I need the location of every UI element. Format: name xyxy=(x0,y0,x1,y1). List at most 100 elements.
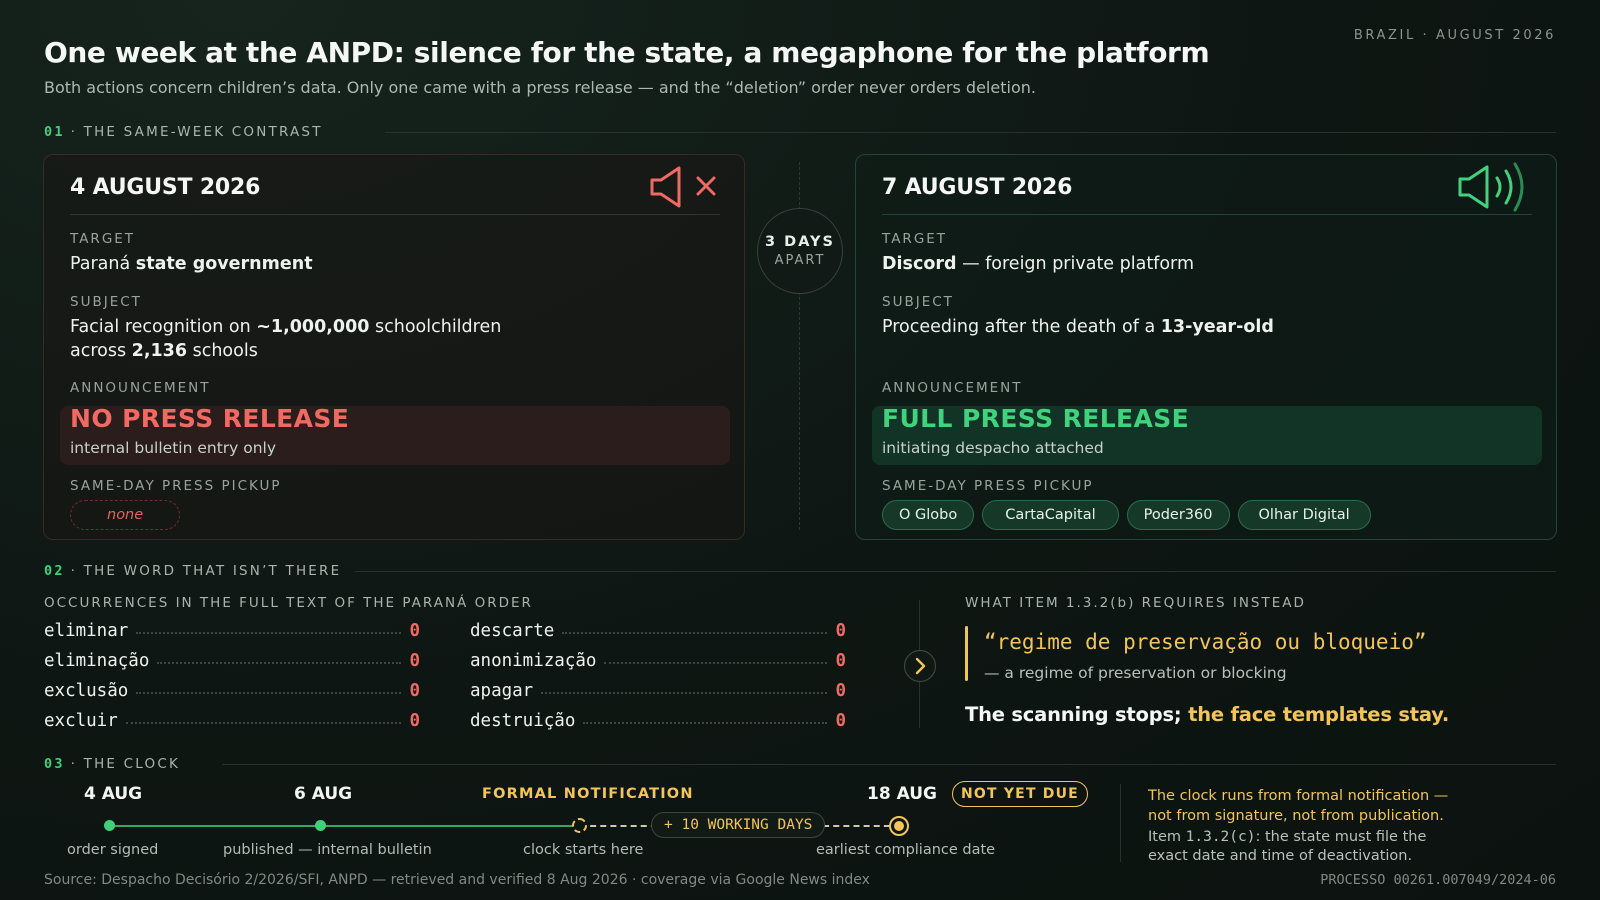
card-date: 4 AUGUST 2026 xyxy=(70,175,261,200)
section-number: 02 xyxy=(44,563,65,579)
subject-text: Proceeding after the death of a xyxy=(882,317,1161,337)
required-regime-quote: “regime de preservação ou bloqueio” xyxy=(984,630,1427,654)
target-emphasis: Discord xyxy=(882,254,957,274)
subject-label: SUBJECT xyxy=(882,294,954,310)
occurrence-row: excluir 0 xyxy=(44,706,420,736)
subject-value: Facial recognition on ~1,000,000 schoolc… xyxy=(70,315,501,363)
announcement-box: NO PRESS RELEASE internal bulletin entry… xyxy=(60,404,730,465)
section-number: 03 xyxy=(44,756,65,772)
quote-translation: — a regime of preservation or blocking xyxy=(984,664,1287,682)
clock-note-code: 1.3.2(c) xyxy=(1185,829,1256,845)
subject-text: schoolchildren xyxy=(369,317,502,337)
days-apart-badge: 3 DAYS APART xyxy=(757,208,843,294)
working-days-badge: + 10 WORKING DAYS xyxy=(651,812,826,838)
days-apart-label: APART xyxy=(774,253,826,268)
occurrence-row: eliminar 0 xyxy=(44,616,420,646)
search-word: excluir xyxy=(44,711,118,731)
announcement-status: NO PRESS RELEASE xyxy=(70,404,350,433)
clock-note-line: exact date and time of deactivation. xyxy=(1148,848,1413,864)
conclusion: The scanning stops; the face templates s… xyxy=(965,703,1449,726)
pickup-label: SAME-DAY PRESS PICKUP xyxy=(882,478,1094,494)
search-word: eliminação xyxy=(44,651,150,671)
compliance-dot-core xyxy=(894,821,904,831)
timeline-point-notification xyxy=(572,818,587,833)
target-value: Paraná state government xyxy=(70,252,313,276)
occurrence-count: 0 xyxy=(409,621,420,641)
leader-dots xyxy=(125,722,402,724)
card-date: 7 AUGUST 2026 xyxy=(882,175,1073,200)
timeline-caption-signed: order signed xyxy=(67,842,159,858)
outlet-pill: CartaCapital xyxy=(982,500,1119,530)
outlet-pill: Olhar Digital xyxy=(1237,500,1371,530)
target-part: — foreign private platform xyxy=(956,254,1194,274)
subject-emphasis: 2,136 xyxy=(131,341,188,361)
card-discord: 7 AUGUST 2026 TARGET Discord — foreign p… xyxy=(855,154,1557,540)
quote-bar xyxy=(965,626,968,681)
leader-dots xyxy=(604,662,828,664)
subject-label: SUBJECT xyxy=(70,294,142,310)
timeline-point-signed xyxy=(104,820,115,831)
timeline-point-compliance xyxy=(889,816,909,836)
announcement-note: initiating despacho attached xyxy=(882,439,1104,457)
timeline-caption-published: published — internal bulletin xyxy=(223,842,432,858)
outlet-pill: Poder360 xyxy=(1126,500,1230,530)
timeline-solid-track xyxy=(110,825,580,827)
conclusion-emphasis: the face templates stay. xyxy=(1188,703,1450,726)
section-01-heading: 01 · THE SAME-WEEK CONTRAST xyxy=(44,124,323,140)
occurrence-row: destruição 0 xyxy=(470,706,846,736)
search-word: descarte xyxy=(470,621,555,641)
section-number: 01 xyxy=(44,124,65,140)
subject-emphasis: ~1,000,000 xyxy=(256,317,370,337)
timeline-caption-compliance: earliest compliance date xyxy=(816,842,996,858)
search-word: destruição xyxy=(470,711,576,731)
not-yet-due-badge: NOT YET DUE xyxy=(952,781,1088,807)
announcement-note: internal bulletin entry only xyxy=(70,439,277,457)
chevron-right-icon xyxy=(903,649,937,687)
section-divider xyxy=(222,764,1556,765)
clock-note-divider xyxy=(1120,784,1121,862)
occurrence-row: anonimização 0 xyxy=(470,646,846,676)
occurrence-count: 0 xyxy=(835,681,846,701)
section-title: · THE WORD THAT ISN’T THERE xyxy=(70,563,342,579)
subject-line: Facial recognition on ~1,000,000 schoolc… xyxy=(70,315,501,339)
target-value: Discord — foreign private platform xyxy=(882,252,1194,276)
timeline-date-published: 6 AUG xyxy=(294,784,353,804)
occurrence-count: 0 xyxy=(835,651,846,671)
card-divider xyxy=(882,214,1532,215)
announcement-label: ANNOUNCEMENT xyxy=(70,380,211,396)
section-divider xyxy=(355,571,1556,572)
occurrence-count: 0 xyxy=(835,621,846,641)
section-title: · THE CLOCK xyxy=(70,756,181,772)
speaker-loud-icon xyxy=(1456,159,1536,219)
requires-label: WHAT ITEM 1.3.2(b) REQUIRES INSTEAD xyxy=(965,595,1306,611)
search-word: exclusão xyxy=(44,681,129,701)
clock-note-line: The clock runs from formal notification … xyxy=(1148,788,1449,804)
announcement-label: ANNOUNCEMENT xyxy=(882,380,1023,396)
subject-text: schools xyxy=(187,341,258,361)
clock-note: The clock runs from formal notification … xyxy=(1148,786,1448,866)
source-note: Source: Despacho Decisório 2/2026/SFI, A… xyxy=(44,872,870,888)
section-03-heading: 03 · THE CLOCK xyxy=(44,756,180,772)
occurrence-row: descarte 0 xyxy=(470,616,846,646)
speaker-muted-icon xyxy=(648,165,720,213)
section-divider xyxy=(385,132,1556,133)
search-word: anonimização xyxy=(470,651,597,671)
clock-note-line: Item 1.3.2(c): the state must file the xyxy=(1148,828,1448,847)
conclusion-text: The scanning stops; xyxy=(965,703,1189,726)
occurrences-label: OCCURRENCES IN THE FULL TEXT OF THE PARA… xyxy=(44,595,533,611)
pickup-list: none xyxy=(70,500,188,530)
leader-dots xyxy=(583,722,828,724)
subject-line: across 2,136 schools xyxy=(70,339,501,363)
clock-note-text: : the state must file the xyxy=(1255,829,1427,845)
subject-text: across xyxy=(70,341,132,361)
leader-dots xyxy=(157,662,402,664)
timeline-date-signed: 4 AUG xyxy=(84,784,143,804)
occurrence-row: apagar 0 xyxy=(470,676,846,706)
leader-dots xyxy=(136,632,402,634)
target-label: TARGET xyxy=(70,231,136,247)
occurrence-count: 0 xyxy=(835,711,846,731)
announcement-box: FULL PRESS RELEASE initiating despacho a… xyxy=(872,404,1542,465)
occurrence-row: exclusão 0 xyxy=(44,676,420,706)
leader-dots xyxy=(562,632,828,634)
timeline-date-compliance: 18 AUG xyxy=(867,784,937,804)
